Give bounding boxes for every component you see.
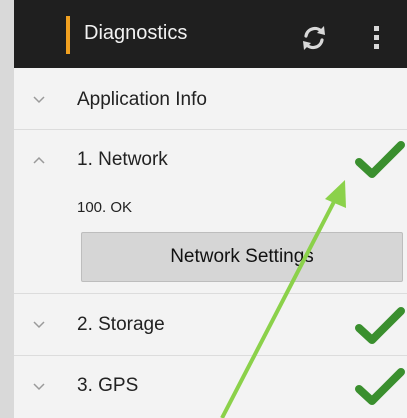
action-bar: Diagnostics <box>14 0 407 68</box>
refresh-icon <box>303 26 325 50</box>
list-item-label: 1. Network <box>77 149 168 170</box>
chevron-up-icon <box>33 156 45 164</box>
check-icon <box>355 141 405 178</box>
list-item-gps[interactable]: 3. GPS <box>14 356 407 418</box>
overflow-menu-button[interactable] <box>364 18 388 58</box>
network-settings-button[interactable]: Network Settings <box>81 232 403 282</box>
check-icon <box>355 368 405 405</box>
list-item-label: 3. GPS <box>77 375 139 396</box>
diagnostics-list: Application Info 1. Network 100. OK Netw… <box>14 68 407 418</box>
list-item-application-info[interactable]: Application Info <box>14 68 407 130</box>
list-item-label: 2. Storage <box>77 314 165 335</box>
page-title: Diagnostics <box>84 22 188 44</box>
network-status-text: 100. OK <box>77 199 133 216</box>
chevron-down-icon <box>33 383 45 391</box>
list-item-label: Application Info <box>77 89 207 110</box>
app-icon <box>66 16 70 54</box>
chevron-down-icon <box>33 96 45 104</box>
check-icon <box>355 307 405 344</box>
overflow-menu-icon <box>374 26 379 49</box>
chevron-down-icon <box>33 321 45 329</box>
refresh-button[interactable] <box>294 18 334 58</box>
network-header[interactable]: 1. Network <box>14 130 407 188</box>
list-item-storage[interactable]: 2. Storage <box>14 294 407 356</box>
